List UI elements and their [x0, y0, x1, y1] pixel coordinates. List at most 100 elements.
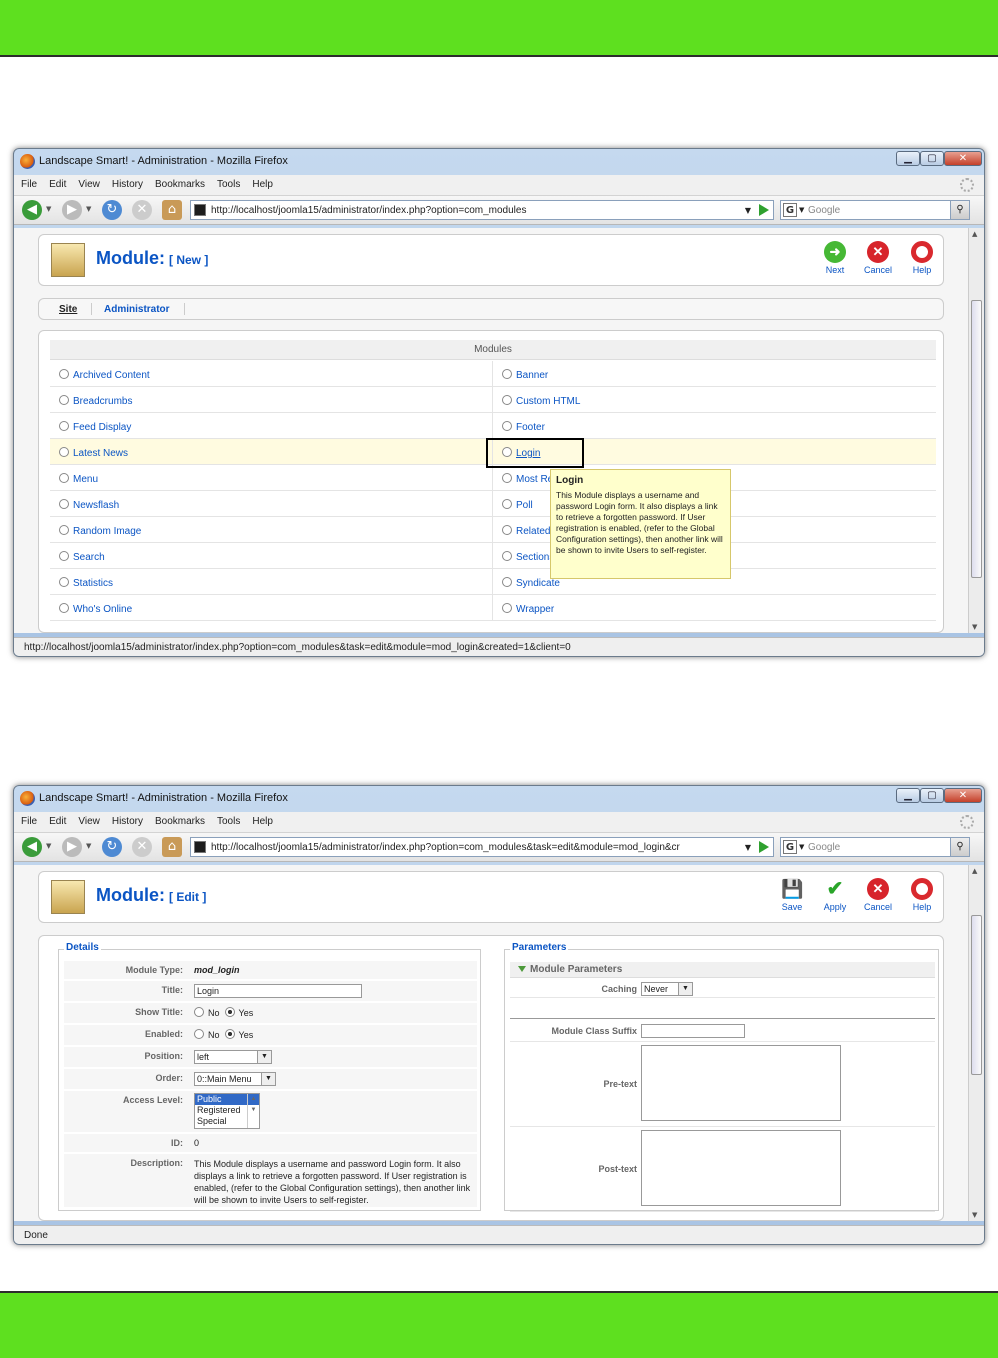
module-radio[interactable]: [59, 369, 69, 379]
next-button[interactable]: ➜ Next: [815, 241, 855, 275]
module-option-label[interactable]: Search: [73, 552, 105, 563]
module-radio[interactable]: [502, 603, 512, 613]
module-option[interactable]: Statistics: [50, 569, 493, 595]
module-radio[interactable]: [502, 525, 512, 535]
scroll-thumb[interactable]: [971, 915, 982, 1075]
forward-arrow-icon[interactable]: ▶: [62, 200, 82, 220]
close-window-button[interactable]: ✕: [944, 151, 982, 166]
home-icon[interactable]: ⌂: [162, 200, 182, 220]
module-option-label[interactable]: Sections: [516, 552, 554, 563]
scroll-down-icon[interactable]: ▼: [972, 623, 977, 631]
minimize-button[interactable]: ▁: [896, 788, 920, 803]
scroll-down-icon[interactable]: ▼: [972, 1211, 977, 1219]
forward-history-caret-icon[interactable]: ▼: [86, 205, 91, 213]
module-radio[interactable]: [59, 577, 69, 587]
title-input[interactable]: Login: [194, 984, 362, 998]
module-option-label[interactable]: Archived Content: [73, 370, 150, 381]
module-option-label[interactable]: Banner: [516, 370, 548, 381]
maximize-button[interactable]: ▢: [920, 151, 944, 166]
menu-bookmarks[interactable]: Bookmarks: [148, 175, 210, 190]
back-history-caret-icon[interactable]: ▼: [46, 205, 51, 213]
module-radio[interactable]: [502, 551, 512, 561]
show-title-no-radio[interactable]: [194, 1007, 204, 1017]
url-dropdown-icon[interactable]: ▼: [745, 843, 751, 852]
back-arrow-icon[interactable]: ◀: [22, 837, 42, 857]
vertical-scrollbar[interactable]: ▲ ▼: [968, 228, 984, 633]
module-radio[interactable]: [59, 395, 69, 405]
stop-icon[interactable]: ✕: [132, 837, 152, 857]
menu-history[interactable]: History: [105, 812, 148, 827]
module-option[interactable]: Archived Content: [50, 361, 493, 387]
search-engine-caret-icon[interactable]: ▼: [799, 206, 804, 214]
help-button[interactable]: Help: [902, 878, 942, 912]
go-arrow-icon[interactable]: [759, 204, 769, 216]
scroll-up-icon[interactable]: ▲: [972, 230, 977, 238]
scroll-up-icon[interactable]: ▲: [972, 867, 977, 875]
position-select[interactable]: left ▼: [194, 1050, 272, 1064]
search-input[interactable]: Google: [808, 205, 840, 216]
scroll-thumb[interactable]: [971, 300, 982, 578]
module-option-label[interactable]: Feed Display: [73, 422, 131, 433]
go-arrow-icon[interactable]: [759, 841, 769, 853]
cancel-button[interactable]: ✕ Cancel: [858, 878, 898, 912]
module-option[interactable]: Who's Online: [50, 595, 493, 621]
order-select[interactable]: 0::Main Menu ▼: [194, 1072, 276, 1086]
menu-edit[interactable]: Edit: [42, 812, 71, 827]
module-option-label[interactable]: Custom HTML: [516, 396, 580, 407]
module-radio[interactable]: [502, 499, 512, 509]
show-title-yes-radio[interactable]: [224, 1007, 235, 1017]
module-option-label[interactable]: Random Image: [73, 526, 141, 537]
access-level-listbox[interactable]: Public Registered Special ▲ ▼: [194, 1093, 260, 1129]
vertical-scrollbar[interactable]: ▲ ▼: [968, 865, 984, 1221]
forward-history-caret-icon[interactable]: ▼: [86, 842, 91, 850]
class-suffix-input[interactable]: [641, 1024, 745, 1038]
module-radio[interactable]: [59, 499, 69, 509]
module-option-label[interactable]: Who's Online: [73, 604, 132, 615]
enabled-no-radio[interactable]: [194, 1029, 204, 1039]
module-radio[interactable]: [59, 421, 69, 431]
home-icon[interactable]: ⌂: [162, 837, 182, 857]
module-option-label[interactable]: Syndicate: [516, 578, 560, 589]
module-radio[interactable]: [59, 525, 69, 535]
minimize-button[interactable]: ▁: [896, 151, 920, 166]
url-dropdown-icon[interactable]: ▼: [745, 206, 751, 215]
address-bar[interactable]: http://localhost/joomla15/administrator/…: [190, 200, 774, 220]
search-bar[interactable]: G ▼ Google ⚲: [780, 837, 970, 857]
menu-view[interactable]: View: [71, 812, 105, 827]
module-option-label[interactable]: Poll: [516, 500, 533, 511]
reload-icon[interactable]: ↻: [102, 837, 122, 857]
module-radio[interactable]: [502, 421, 512, 431]
close-window-button[interactable]: ✕: [944, 788, 982, 803]
cancel-button[interactable]: ✕ Cancel: [858, 241, 898, 275]
search-engine-caret-icon[interactable]: ▼: [799, 843, 804, 851]
forward-arrow-icon[interactable]: ▶: [62, 837, 82, 857]
stop-icon[interactable]: ✕: [132, 200, 152, 220]
menu-edit[interactable]: Edit: [42, 175, 71, 190]
module-radio[interactable]: [502, 577, 512, 587]
menu-tools[interactable]: Tools: [210, 812, 245, 827]
module-option-label[interactable]: Most Re: [516, 474, 553, 485]
module-radio[interactable]: [502, 369, 512, 379]
caching-select[interactable]: Never ▼: [641, 982, 693, 996]
module-option[interactable]: Search: [50, 543, 493, 569]
module-radio[interactable]: [59, 551, 69, 561]
search-input[interactable]: Google: [808, 842, 840, 853]
menu-tools[interactable]: Tools: [210, 175, 245, 190]
address-bar[interactable]: http://localhost/joomla15/administrator/…: [190, 837, 774, 857]
listbox-scroll-icon[interactable]: ▲ ▼: [247, 1094, 259, 1128]
module-radio[interactable]: [59, 473, 69, 483]
module-option[interactable]: Banner: [493, 361, 936, 387]
module-option[interactable]: Breadcrumbs: [50, 387, 493, 413]
module-option-label[interactable]: Newsflash: [73, 500, 119, 511]
module-option[interactable]: Menu: [50, 465, 493, 491]
module-option[interactable]: Custom HTML: [493, 387, 936, 413]
module-option-label[interactable]: Footer: [516, 422, 545, 433]
search-bar[interactable]: G ▼ Google ⚲: [780, 200, 970, 220]
apply-button[interactable]: ✔ Apply: [815, 878, 855, 912]
pretext-textarea[interactable]: [641, 1045, 841, 1121]
menu-view[interactable]: View: [71, 175, 105, 190]
module-option[interactable]: Newsflash: [50, 491, 493, 517]
google-engine-icon[interactable]: G: [783, 203, 797, 217]
magnifier-icon[interactable]: ⚲: [950, 200, 970, 220]
module-option[interactable]: Wrapper: [493, 595, 936, 621]
